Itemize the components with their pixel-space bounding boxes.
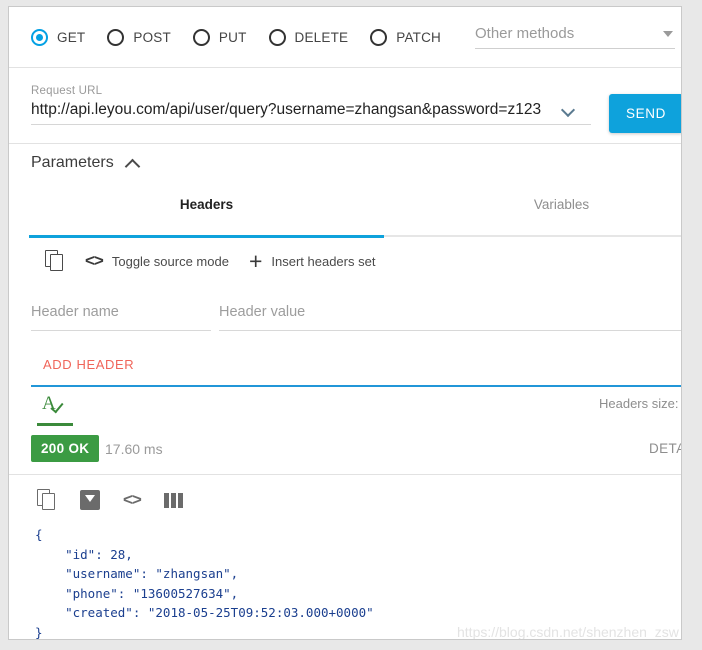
other-methods-placeholder: Other methods bbox=[475, 25, 575, 42]
radio-icon bbox=[31, 28, 48, 46]
parameters-tabs: Headers Variables bbox=[29, 197, 681, 225]
other-methods-dropdown[interactable]: Other methods bbox=[475, 25, 675, 49]
copy-response-button[interactable] bbox=[37, 489, 57, 511]
response-body: { "id": 28, "username": "zhangsan", "pho… bbox=[35, 527, 374, 640]
chevron-down-icon bbox=[663, 30, 673, 37]
radio-icon bbox=[370, 28, 388, 46]
plus-icon: + bbox=[248, 248, 263, 274]
code-icon: <> bbox=[123, 490, 142, 509]
header-value-placeholder: Header value bbox=[219, 304, 306, 320]
headers-size-label: Headers size: 0 | bbox=[599, 396, 681, 411]
tab-headers[interactable]: Headers bbox=[29, 197, 384, 225]
send-button[interactable]: SEND bbox=[609, 94, 681, 133]
code-icon: <> bbox=[85, 251, 104, 270]
divider-method bbox=[9, 67, 681, 68]
toggle-source-mode-label: Toggle source mode bbox=[111, 253, 229, 269]
download-icon bbox=[80, 490, 100, 510]
radio-icon bbox=[192, 28, 210, 46]
headers-toolbar: <> Toggle source mode + Insert headers s… bbox=[45, 247, 395, 275]
columns-icon bbox=[163, 492, 183, 508]
chevron-down-icon[interactable] bbox=[563, 104, 575, 116]
divider-response bbox=[9, 474, 681, 475]
toggle-source-mode-button[interactable]: <> Toggle source mode bbox=[85, 251, 229, 271]
method-radio-patch[interactable]: PATCH bbox=[370, 28, 441, 46]
insert-headers-set-button[interactable]: + Insert headers set bbox=[248, 248, 376, 274]
method-radio-get[interactable]: GET bbox=[31, 28, 86, 46]
method-label: POST bbox=[133, 29, 171, 45]
method-radio-post[interactable]: POST bbox=[107, 28, 171, 46]
method-label: PUT bbox=[218, 29, 247, 45]
status-badge: 200 OK bbox=[31, 435, 100, 462]
method-radio-delete[interactable]: DELETE bbox=[268, 28, 349, 46]
copy-headers-button[interactable] bbox=[45, 250, 65, 272]
response-format-tab[interactable]: A bbox=[42, 393, 72, 419]
parameters-title: Parameters bbox=[31, 154, 114, 171]
method-label: PATCH bbox=[396, 29, 441, 45]
view-columns-button[interactable] bbox=[163, 492, 183, 508]
request-url-label: Request URL bbox=[31, 85, 103, 97]
tab-active-indicator bbox=[29, 235, 384, 238]
tab-variables[interactable]: Variables bbox=[384, 197, 681, 225]
request-url-input[interactable]: http://api.leyou.com/api/user/query?user… bbox=[31, 101, 591, 125]
request-url-block: Request URL http://api.leyou.com/api/use… bbox=[31, 85, 591, 125]
format-tab-indicator bbox=[37, 423, 73, 426]
content-viewport: GET POST PUT DELETE PATCH Other methods bbox=[9, 7, 681, 640]
radio-icon bbox=[268, 28, 286, 46]
header-value-input[interactable]: Header value bbox=[219, 303, 681, 331]
method-label: DELETE bbox=[294, 29, 349, 45]
header-name-input[interactable]: Header name bbox=[31, 303, 211, 331]
response-time: 17.60 ms bbox=[105, 441, 163, 457]
method-radio-put[interactable]: PUT bbox=[192, 28, 247, 46]
copy-icon bbox=[45, 250, 65, 272]
add-header-button[interactable]: ADD HEADER bbox=[43, 357, 134, 372]
parameters-section-toggle[interactable]: Parameters bbox=[31, 154, 138, 172]
method-label: GET bbox=[57, 29, 86, 45]
radio-icon bbox=[107, 28, 125, 46]
header-input-row: Header name Header value bbox=[31, 303, 681, 331]
request-url-value: http://api.leyou.com/api/user/query?user… bbox=[31, 101, 542, 118]
copy-icon bbox=[37, 489, 57, 511]
header-name-placeholder: Header name bbox=[31, 304, 119, 320]
response-detail-link[interactable]: DETAIL bbox=[649, 441, 681, 456]
chevron-up-icon bbox=[126, 157, 138, 169]
divider-headers-accent bbox=[31, 385, 681, 387]
insert-headers-set-label: Insert headers set bbox=[271, 253, 376, 269]
divider-url bbox=[9, 143, 681, 144]
rest-client-window: GET POST PUT DELETE PATCH Other methods bbox=[8, 6, 682, 640]
http-method-row: GET POST PUT DELETE PATCH Other methods bbox=[9, 7, 681, 67]
response-toolbar: <> bbox=[37, 485, 206, 515]
download-response-button[interactable] bbox=[80, 490, 100, 510]
content-inner: GET POST PUT DELETE PATCH Other methods bbox=[9, 7, 681, 640]
view-source-button[interactable]: <> bbox=[123, 490, 142, 510]
